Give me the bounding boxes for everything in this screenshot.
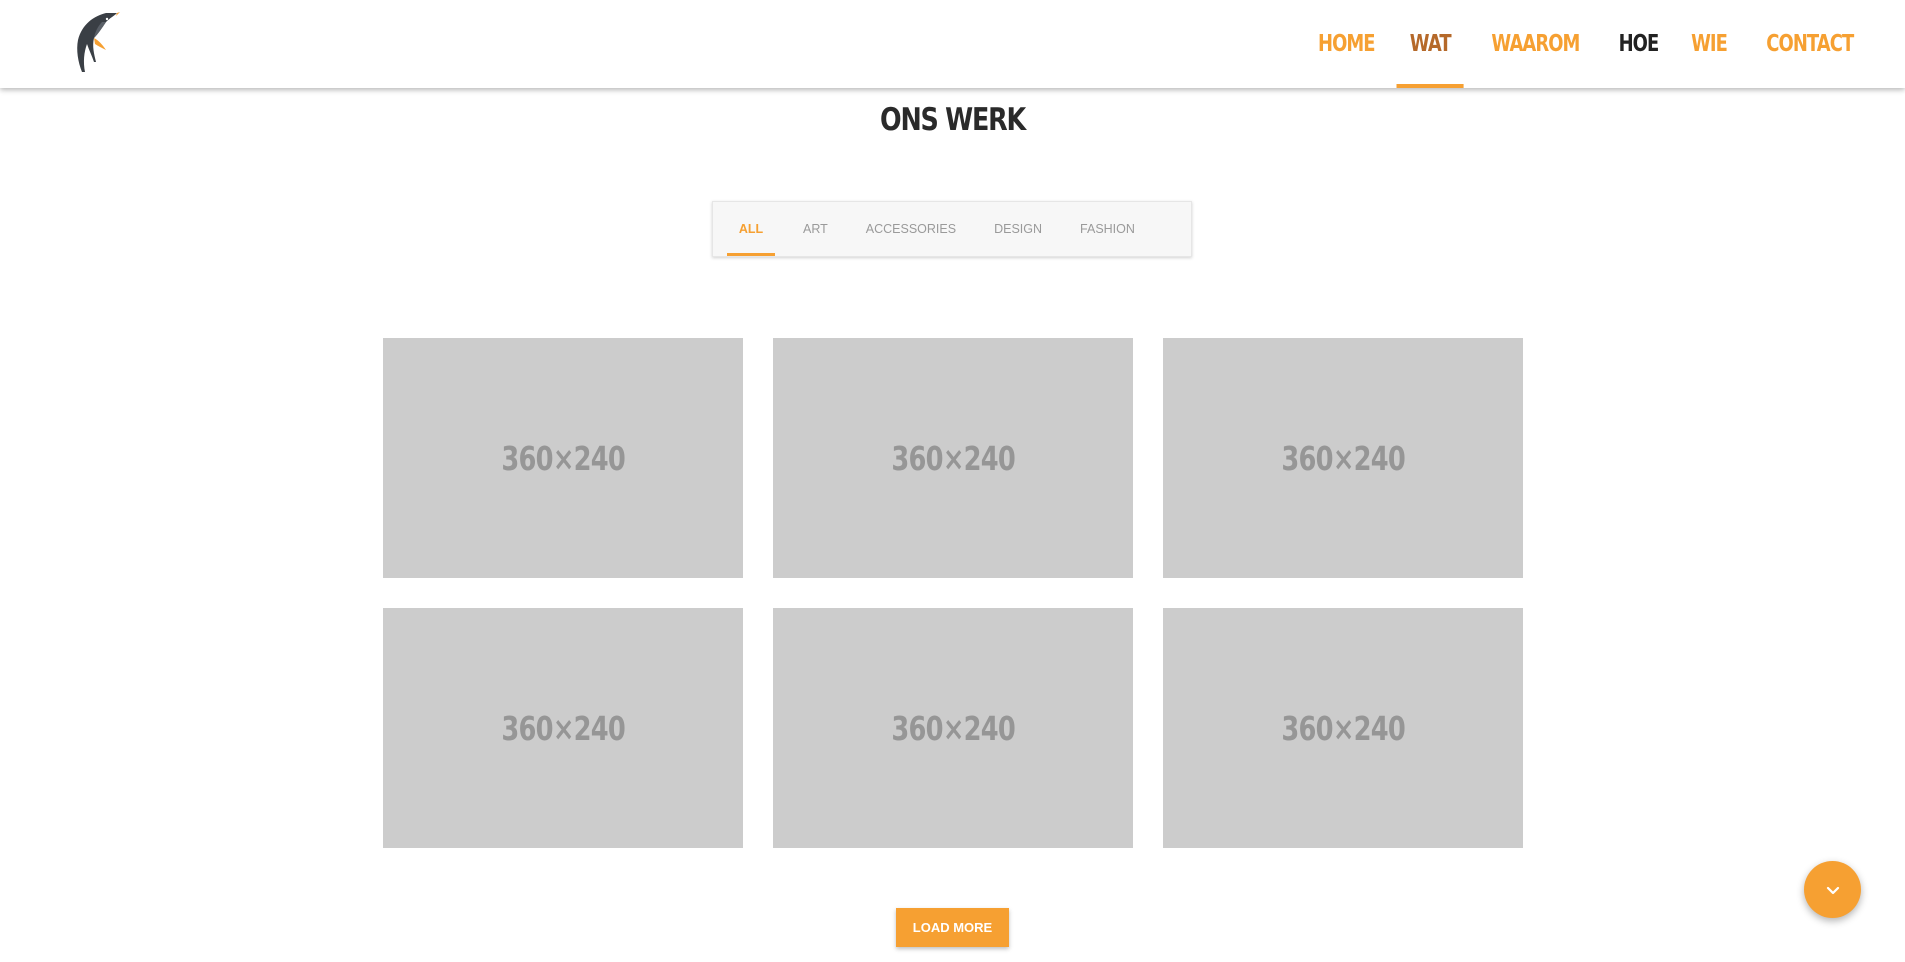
scroll-down-button[interactable]	[1804, 861, 1861, 918]
portfolio-item[interactable]: 360×240	[773, 338, 1133, 578]
nav-contact[interactable]: CONTACT	[1755, 0, 1865, 88]
placeholder-label: 360×240	[501, 438, 625, 478]
nav-home[interactable]: HOME	[1306, 0, 1386, 88]
portfolio-filter-tabs: ALL ART ACCESSORIES DESIGN FASHION	[712, 201, 1192, 257]
filter-tab-all[interactable]: ALL	[723, 202, 779, 256]
filter-tab-design[interactable]: DESIGN	[978, 202, 1058, 256]
placeholder-label: 360×240	[891, 438, 1015, 478]
section-title: ONS WERK	[880, 102, 1026, 138]
nav-hoe[interactable]: HOE	[1607, 0, 1670, 88]
portfolio-item[interactable]: 360×240	[773, 608, 1133, 848]
placeholder-label: 360×240	[891, 708, 1015, 748]
placeholder-label: 360×240	[1281, 708, 1405, 748]
placeholder-label: 360×240	[1281, 438, 1405, 478]
portfolio-item[interactable]: 360×240	[1163, 608, 1523, 848]
chevron-down-icon	[1826, 886, 1839, 894]
portfolio-item[interactable]: 360×240	[383, 338, 743, 578]
site-header: HOME WAT WAAROM HOE WIE CONTACT	[0, 0, 1905, 88]
portfolio-item[interactable]: 360×240	[383, 608, 743, 848]
placeholder-label: 360×240	[501, 708, 625, 748]
nav-wie[interactable]: WIE	[1680, 0, 1739, 88]
portfolio-item[interactable]: 360×240	[1163, 338, 1523, 578]
portfolio-grid: 360×240 360×240 360×240 360×240 360×240 …	[383, 338, 1523, 848]
filter-tab-fashion[interactable]: FASHION	[1064, 202, 1151, 256]
main-nav: HOME WAT WAAROM HOE WIE CONTACT	[1299, 0, 1877, 88]
nav-wat[interactable]: WAT	[1396, 0, 1465, 88]
load-more-button[interactable]: LOAD MORE	[896, 908, 1009, 947]
nav-waarom[interactable]: WAAROM	[1479, 0, 1590, 88]
penguin-logo[interactable]	[72, 10, 120, 74]
filter-tab-accessories[interactable]: ACCESSORIES	[850, 202, 972, 256]
filter-tab-art[interactable]: ART	[787, 202, 844, 256]
